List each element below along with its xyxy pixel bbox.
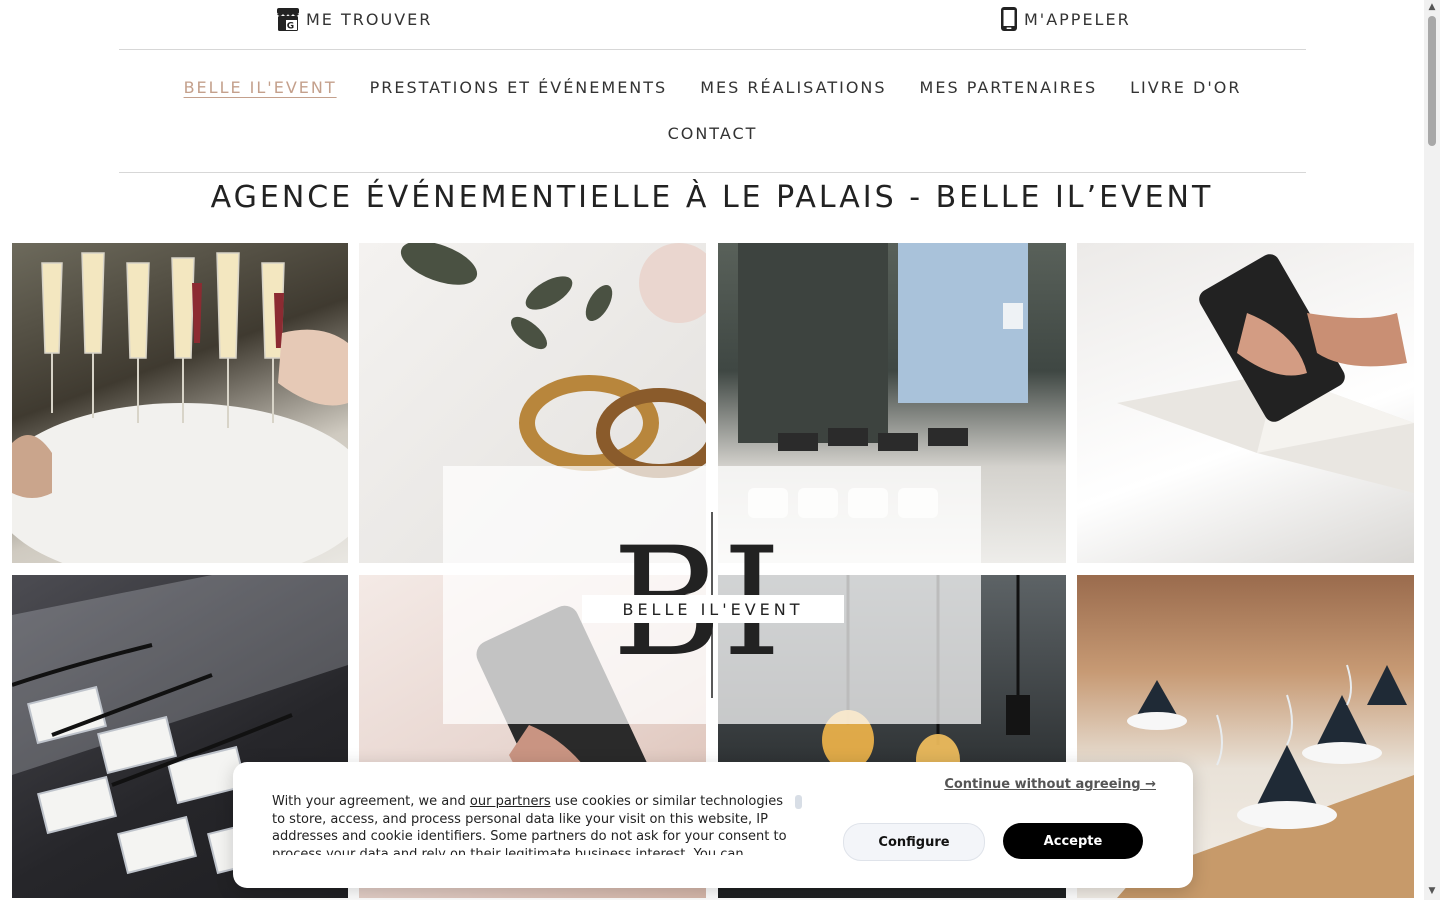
top-utility-bar: G ME TROUVER M'APPELER: [0, 0, 1424, 50]
champagne-glasses-photo: [12, 243, 348, 563]
header-divider-bottom: [119, 172, 1306, 173]
cookie-text-scrollbar[interactable]: [795, 795, 802, 809]
our-partners-link[interactable]: our partners: [470, 794, 551, 809]
header-divider-top: [119, 49, 1306, 50]
nav-item-partenaires[interactable]: MES PARTENAIRES: [920, 78, 1098, 97]
find-me-link[interactable]: G ME TROUVER: [276, 6, 432, 32]
configure-button[interactable]: Configure: [843, 823, 985, 861]
svg-text:G: G: [287, 22, 296, 32]
scroll-down-arrow-icon[interactable]: ▼: [1426, 886, 1438, 896]
nav-row-2: CONTACT: [119, 110, 1306, 156]
cookie-consent-text: With your agreement, we and our partners…: [272, 793, 794, 855]
brand-logo-text: BELLE IL'EVENT: [582, 595, 844, 623]
find-me-label: ME TROUVER: [306, 9, 433, 29]
continue-without-agreeing-link[interactable]: Continue without agreeing →: [944, 777, 1156, 792]
page-title: AGENCE ÉVÉNEMENTIELLE À LE PALAIS - BELL…: [210, 180, 1214, 215]
nav-row-1: BELLE IL'EVENT PRESTATIONS ET ÉVÉNEMENTS…: [119, 64, 1306, 110]
smartphone-icon: [1000, 6, 1018, 32]
cookie-consent-banner: With your agreement, we and our partners…: [233, 762, 1193, 888]
nav-item-contact[interactable]: CONTACT: [668, 124, 758, 143]
store-icon: G: [276, 6, 300, 32]
accept-button[interactable]: Accepte: [1003, 823, 1143, 859]
scroll-up-arrow-icon[interactable]: ▲: [1426, 2, 1438, 12]
nav-item-livre-dor[interactable]: LIVRE D'OR: [1130, 78, 1241, 97]
nav-item-belle-ilevent[interactable]: BELLE IL'EVENT: [184, 78, 337, 97]
nav-item-realisations[interactable]: MES RÉALISATIONS: [700, 78, 886, 97]
call-me-link[interactable]: M'APPELER: [1000, 6, 1131, 32]
scrollbar-thumb[interactable]: [1428, 16, 1436, 146]
planner-notebook-phone-photo: [1077, 243, 1414, 563]
call-me-label: M'APPELER: [1024, 9, 1131, 29]
nav-item-prestations[interactable]: PRESTATIONS ET ÉVÉNEMENTS: [370, 78, 668, 97]
cookie-text-intro: With your agreement, we and: [272, 794, 470, 809]
main-navigation: BELLE IL'EVENT PRESTATIONS ET ÉVÉNEMENTS…: [119, 64, 1306, 156]
